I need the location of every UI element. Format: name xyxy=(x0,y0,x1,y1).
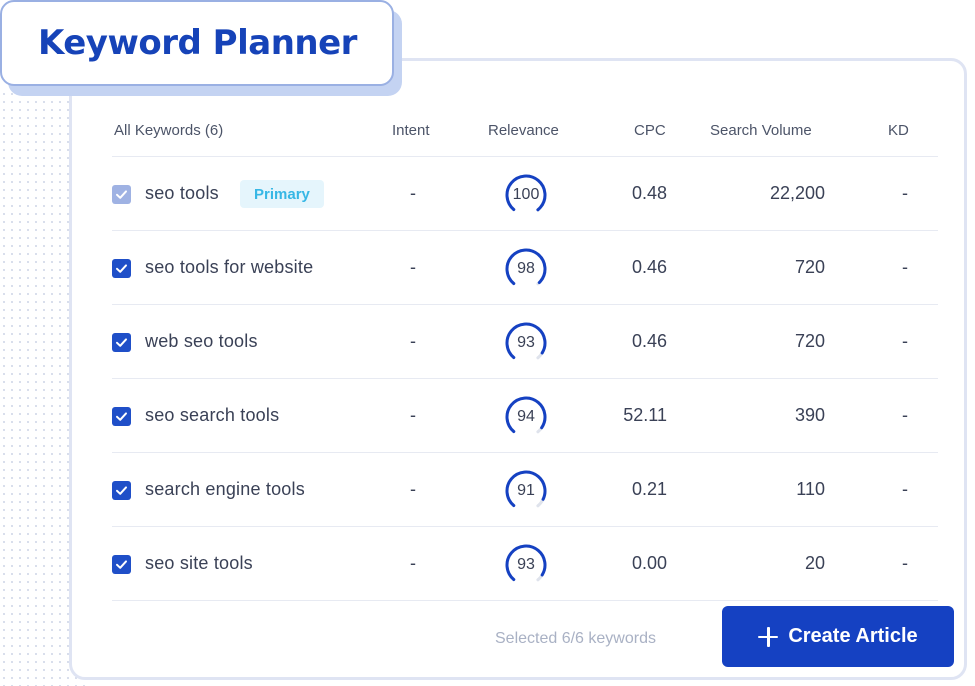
table-row[interactable]: seo tools Primary - 100 0.48 22,200 - xyxy=(112,157,938,231)
search-volume-value: 110 xyxy=(796,479,825,499)
search-volume-value: 720 xyxy=(794,257,825,277)
table-row[interactable]: seo site tools - 93 0.00 20 - xyxy=(112,527,938,601)
column-header-kd[interactable]: KD xyxy=(888,122,909,139)
table-row[interactable]: search engine tools - 91 0.21 110 - xyxy=(112,453,938,527)
cpc-value: 0.46 xyxy=(631,257,667,277)
row-checkbox[interactable] xyxy=(112,185,131,204)
kd-value: - xyxy=(902,257,908,277)
search-volume-value: 22,200 xyxy=(769,183,825,203)
column-header-cpc[interactable]: CPC xyxy=(634,122,666,139)
page-title: Keyword Planner xyxy=(38,23,357,63)
intent-value: - xyxy=(410,479,416,499)
search-volume-value: 390 xyxy=(794,405,825,425)
relevance-value: 91 xyxy=(517,482,535,499)
title-tab: Keyword Planner xyxy=(0,0,394,86)
kd-value: - xyxy=(902,331,908,351)
relevance-value: 100 xyxy=(512,186,540,203)
relevance-gauge: 94 xyxy=(502,393,550,441)
row-checkbox[interactable] xyxy=(112,407,131,426)
column-header-relevance[interactable]: Relevance xyxy=(488,122,559,139)
table-body: seo tools Primary -100 0.48 22,200- seo tools… xyxy=(112,157,938,601)
cpc-value: 52.11 xyxy=(623,405,667,425)
relevance-value: 93 xyxy=(517,334,535,351)
cpc-value: 0.46 xyxy=(631,331,667,351)
relevance-gauge: 91 xyxy=(502,467,550,515)
plus-icon xyxy=(758,626,779,647)
relevance-gauge: 100 xyxy=(502,171,550,219)
table-row[interactable]: web seo tools - 93 0.46 720 - xyxy=(112,305,938,379)
create-article-button[interactable]: Create Article xyxy=(722,606,954,667)
relevance-gauge: 98 xyxy=(502,245,550,293)
keyword-text: seo tools for website xyxy=(145,257,314,277)
cpc-value: 0.48 xyxy=(631,183,667,203)
kd-value: - xyxy=(902,553,908,573)
keyword-table: All Keywords (6) Intent Relevance CPC Se… xyxy=(112,108,938,601)
relevance-value: 93 xyxy=(517,556,535,573)
checkmark-icon xyxy=(115,188,128,201)
relevance-value: 98 xyxy=(517,260,535,277)
relevance-gauge: 93 xyxy=(502,541,550,589)
intent-value: - xyxy=(410,405,416,425)
kd-value: - xyxy=(902,479,908,499)
cpc-value: 0.21 xyxy=(631,479,667,499)
row-checkbox[interactable] xyxy=(112,333,131,352)
keyword-text: search engine tools xyxy=(145,479,305,499)
search-volume-value: 20 xyxy=(804,553,825,573)
keyword-text: seo site tools xyxy=(145,553,253,573)
checkmark-icon xyxy=(115,484,128,497)
relevance-value: 94 xyxy=(517,408,535,425)
keyword-text: seo tools xyxy=(145,183,219,203)
row-checkbox[interactable] xyxy=(112,555,131,574)
relevance-gauge: 93 xyxy=(502,319,550,367)
intent-value: - xyxy=(410,183,416,203)
row-checkbox[interactable] xyxy=(112,481,131,500)
intent-value: - xyxy=(410,257,416,277)
row-checkbox[interactable] xyxy=(112,259,131,278)
table-row[interactable]: seo search tools - 94 52.11 390 - xyxy=(112,379,938,453)
keyword-text: seo search tools xyxy=(145,405,280,425)
cpc-value: 0.00 xyxy=(631,553,667,573)
kd-value: - xyxy=(902,405,908,425)
checkmark-icon xyxy=(115,336,128,349)
intent-value: - xyxy=(410,331,416,351)
selected-count: Selected 6/6 keywords xyxy=(495,630,656,647)
keyword-text: web seo tools xyxy=(145,331,258,351)
intent-value: - xyxy=(410,553,416,573)
primary-badge: Primary xyxy=(240,180,324,208)
table-header: All Keywords (6) Intent Relevance CPC Se… xyxy=(112,108,938,157)
column-header-intent[interactable]: Intent xyxy=(392,122,430,139)
kd-value: - xyxy=(902,183,908,203)
create-article-label: Create Article xyxy=(788,625,918,647)
search-volume-value: 720 xyxy=(794,331,825,351)
column-header-search-volume[interactable]: Search Volume xyxy=(710,122,812,139)
table-row[interactable]: seo tools for website - 98 0.46 720 - xyxy=(112,231,938,305)
checkmark-icon xyxy=(115,558,128,571)
checkmark-icon xyxy=(115,410,128,423)
column-header-keywords[interactable]: All Keywords (6) xyxy=(114,122,223,139)
checkmark-icon xyxy=(115,262,128,275)
